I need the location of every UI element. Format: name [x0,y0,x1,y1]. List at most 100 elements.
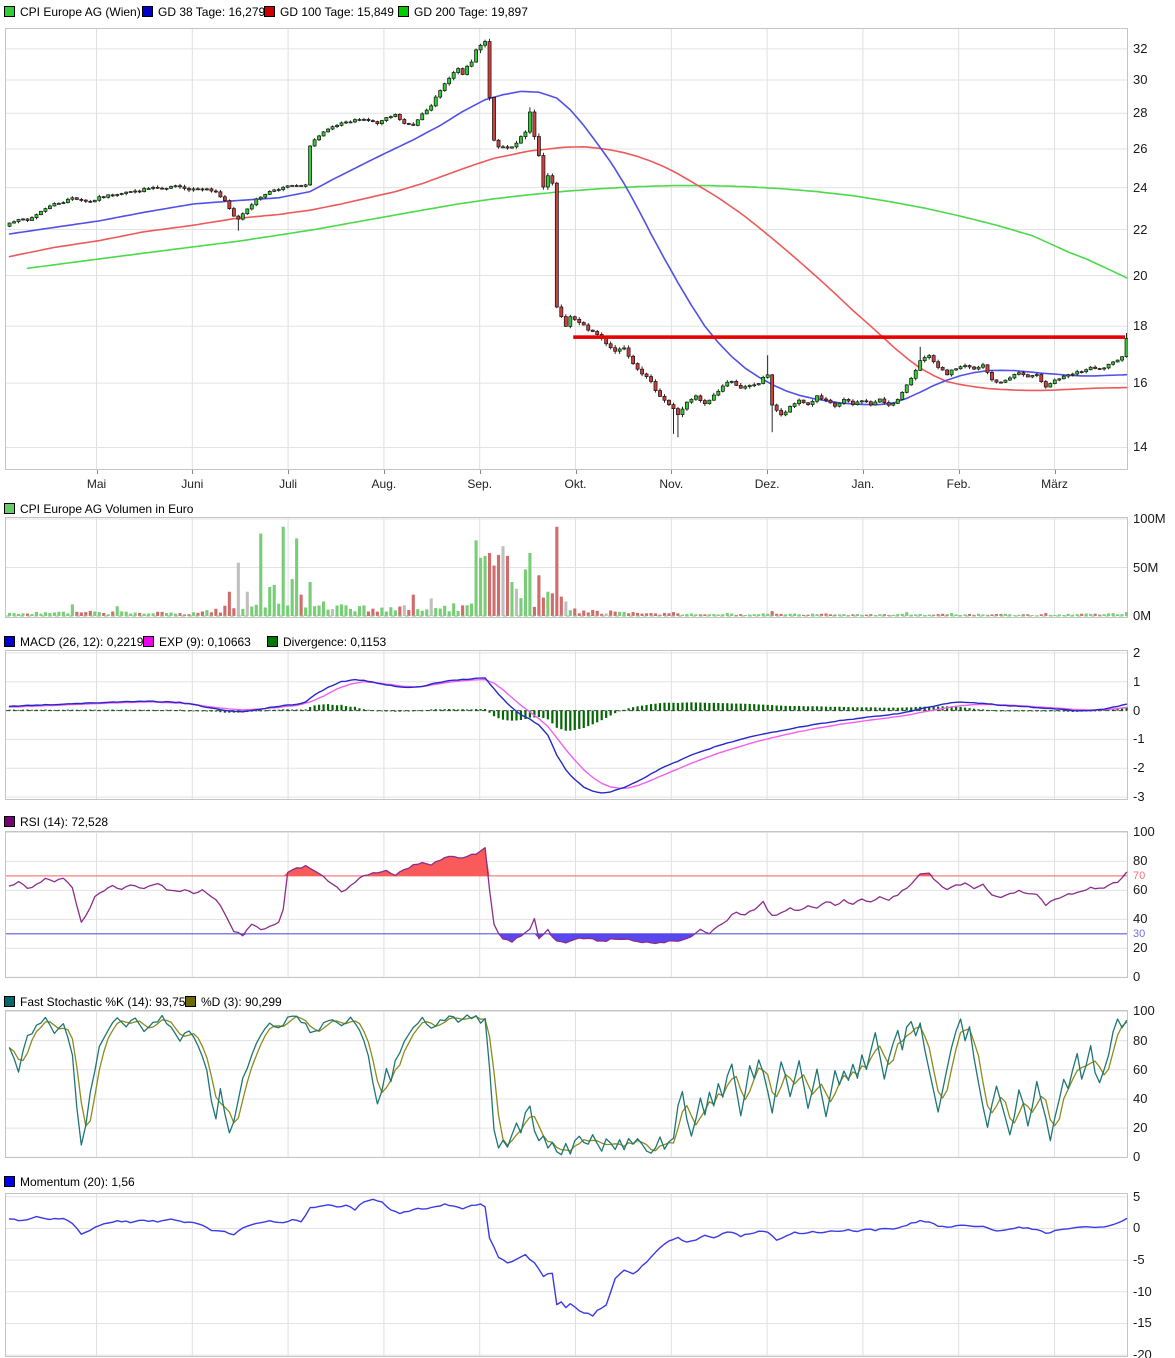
y-axis-tick-label: 20 [1133,268,1147,283]
y-axis-tick-label: 32 [1133,41,1147,56]
momentum-label: Momentum (20): 1,56 [20,1175,135,1189]
x-axis-tick-mark [1055,470,1056,474]
y-axis-tick-label: 5 [1133,1189,1140,1204]
y-axis-tick-label: -3 [1133,789,1145,804]
rsi-swatch-icon [4,816,15,827]
x-axis-month-label: Jan. [828,477,898,491]
gd200-label: GD 200 Tage: 19,897 [414,5,528,19]
y-axis-tick-label: -5 [1133,1252,1145,1267]
x-axis-month-label: Juni [157,477,227,491]
y-axis-tick-label: 80 [1133,853,1147,868]
legend-item-momentum: Momentum (20): 1,56 [4,1173,135,1189]
macd-chart-panel[interactable] [5,650,1128,800]
y-axis-tick-label: 60 [1133,1062,1147,1077]
x-axis-tick-mark [863,470,864,474]
y-axis-tick-label: 0 [1133,1220,1140,1235]
exp-swatch-icon [143,636,154,647]
legend-item-gd100: GD 100 Tage: 15,849 [264,3,394,19]
y-axis-tick-label: 0 [1133,1149,1140,1164]
x-axis-month-label: Juli [253,477,323,491]
legend-item-divergence: Divergence: 0,1153 [267,633,386,649]
price-chart-panel[interactable] [5,28,1128,470]
exp-label: EXP (9): 0,10663 [159,635,251,649]
x-axis-tick-mark [97,470,98,474]
legend-item-stoch-d: %D (3): 90,299 [185,993,282,1009]
y-axis-tick-label: 0 [1133,703,1140,718]
gd100-swatch-icon [264,6,275,17]
y-axis-tick-label: 1 [1133,674,1140,689]
x-axis-month-label: März [1020,477,1090,491]
y-axis-tick-label: 40 [1133,911,1147,926]
x-axis-month-label: Aug. [349,477,419,491]
divergence-label: Divergence: 0,1153 [283,635,386,649]
y-axis-tick-label: 70 [1133,870,1145,882]
y-axis-tick-label: 20 [1133,1120,1147,1135]
macd-swatch-icon [4,636,15,647]
y-axis-tick-label: 100M [1133,511,1166,526]
legend-item-stoch-k: Fast Stochastic %K (14): 93,75 [4,993,185,1009]
y-axis-tick-label: 40 [1133,1091,1147,1106]
price-series-swatch-icon [4,6,15,17]
legend-item-macd: MACD (26, 12): 0,22193 [4,633,150,649]
gd200-swatch-icon [398,6,409,17]
stoch-d-swatch-icon [185,996,196,1007]
stoch-legend: Fast Stochastic %K (14): 93,75 %D (3): 9… [0,993,1175,1011]
gd38-label: GD 38 Tage: 16,279 [158,5,265,19]
y-axis-tick-label: 24 [1133,180,1147,195]
y-axis-tick-label: 26 [1133,141,1147,156]
y-axis-tick-label: 2 [1133,645,1140,660]
x-axis-month-label: Mai [62,477,132,491]
y-axis-tick-label: 60 [1133,882,1147,897]
x-axis-tick-mark [384,470,385,474]
legend-item-gd200: GD 200 Tage: 19,897 [398,3,528,19]
x-axis-tick-mark [480,470,481,474]
x-axis-month-label: Okt. [541,477,611,491]
y-axis-tick-label: -1 [1133,731,1145,746]
stoch-k-swatch-icon [4,996,15,1007]
macd-label: MACD (26, 12): 0,22193 [20,635,150,649]
legend-item-gd38: GD 38 Tage: 16,279 [142,3,265,19]
stoch-k-label: Fast Stochastic %K (14): 93,75 [20,995,185,1009]
x-axis-tick-mark [767,470,768,474]
y-axis-tick-label: 80 [1133,1033,1147,1048]
y-axis-tick-label: 16 [1133,375,1147,390]
x-axis-month-label: Feb. [924,477,994,491]
x-axis-tick-mark [671,470,672,474]
x-axis-month-label: Nov. [636,477,706,491]
x-axis-tick-mark [959,470,960,474]
legend-item-price: CPI Europe AG (Wien) [4,3,141,19]
y-axis-tick-label: 30 [1133,72,1147,87]
x-axis-month-label: Dez. [732,477,802,491]
stoch-d-label: %D (3): 90,299 [201,995,282,1009]
y-axis-tick-label: -20 [1133,1347,1152,1358]
y-axis-tick-label: -10 [1133,1284,1152,1299]
volume-legend: CPI Europe AG Volumen in Euro [0,500,1175,518]
rsi-chart-panel[interactable] [5,831,1128,978]
x-axis-tick-mark [192,470,193,474]
macd-legend: MACD (26, 12): 0,22193 EXP (9): 0,10663 … [0,633,1175,651]
y-axis-tick-label: -2 [1133,760,1145,775]
price-series-label: CPI Europe AG (Wien) [20,5,141,19]
x-axis-month-label: Sep. [445,477,515,491]
rsi-legend: RSI (14): 72,528 [0,813,1175,831]
rsi-label: RSI (14): 72,528 [20,815,108,829]
momentum-chart-panel[interactable] [5,1193,1128,1357]
momentum-legend: Momentum (20): 1,56 [0,1173,1175,1191]
stock-chart: CPI Europe AG (Wien) GD 38 Tage: 16,279 … [0,0,1175,1358]
volume-swatch-icon [4,503,15,514]
divergence-swatch-icon [267,636,278,647]
volume-label: CPI Europe AG Volumen in Euro [20,502,193,516]
y-axis-tick-label: 30 [1133,928,1145,940]
y-axis-tick-label: 0M [1133,608,1151,623]
gd38-swatch-icon [142,6,153,17]
y-axis-tick-label: 22 [1133,222,1147,237]
y-axis-tick-label: 20 [1133,940,1147,955]
volume-chart-panel[interactable] [5,517,1128,618]
stochastic-chart-panel[interactable] [5,1010,1128,1158]
x-axis-tick-mark [576,470,577,474]
y-axis-tick-label: 18 [1133,318,1147,333]
gd100-label: GD 100 Tage: 15,849 [280,5,394,19]
y-axis-tick-label: 50M [1133,560,1158,575]
y-axis-tick-label: 28 [1133,105,1147,120]
x-axis-tick-mark [288,470,289,474]
